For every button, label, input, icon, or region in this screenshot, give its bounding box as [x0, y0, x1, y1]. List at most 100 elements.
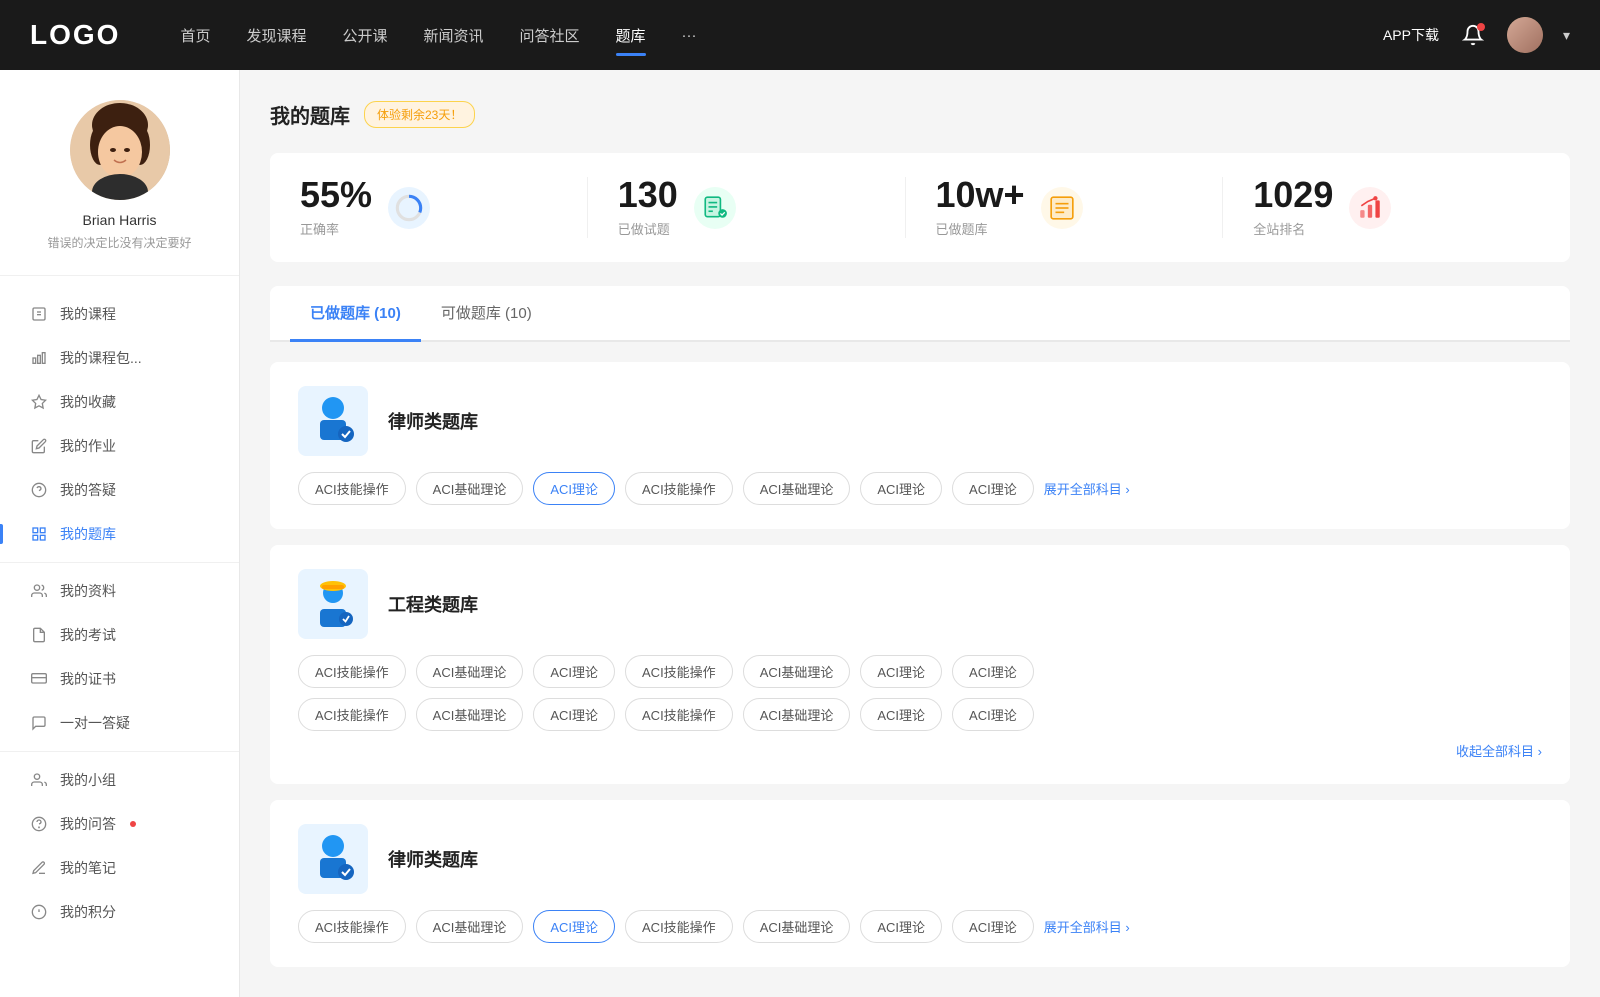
- bank-3-tag-0[interactable]: ACI技能操作: [298, 910, 406, 943]
- done-banks-value: 10w+: [936, 177, 1025, 213]
- bank-2-tag-r2-4[interactable]: ACI基础理论: [743, 698, 851, 731]
- avatar-image: [1507, 17, 1543, 53]
- rank-icon: [1349, 187, 1391, 229]
- user-menu-arrow[interactable]: ▾: [1563, 27, 1570, 44]
- done-banks-text: 10w+ 已做题库: [936, 177, 1025, 238]
- bank-card-2: 工程类题库 ACI技能操作 ACI基础理论 ACI理论 ACI技能操作 ACI基…: [270, 545, 1570, 784]
- sidebar-label-package: 我的课程包...: [60, 348, 142, 368]
- stat-done-banks: 10w+ 已做题库: [906, 177, 1224, 238]
- sidebar-label-group: 我的小组: [60, 770, 116, 790]
- bank-3-tag-6[interactable]: ACI理论: [952, 910, 1034, 943]
- bank-3-tag-1[interactable]: ACI基础理论: [416, 910, 524, 943]
- bank-2-tags-row2: ACI技能操作 ACI基础理论 ACI理论 ACI技能操作 ACI基础理论 AC…: [298, 698, 1542, 731]
- rank-value: 1029: [1253, 177, 1333, 213]
- bank-2-collapse[interactable]: 收起全部科目 ›: [1456, 741, 1542, 760]
- logo[interactable]: LOGO: [30, 19, 120, 51]
- app-download-button[interactable]: APP下载: [1383, 25, 1439, 45]
- sidebar-item-certificate[interactable]: 我的证书: [0, 657, 239, 701]
- nav-open-course[interactable]: 公开课: [342, 21, 387, 50]
- sidebar-item-qa[interactable]: 我的答疑: [0, 468, 239, 512]
- bank-1-tag-0[interactable]: ACI技能操作: [298, 472, 406, 505]
- bank-3-tag-5[interactable]: ACI理论: [860, 910, 942, 943]
- accuracy-label: 正确率: [300, 219, 372, 238]
- bank-2-tag-r2-5[interactable]: ACI理论: [860, 698, 942, 731]
- bank-3-tag-4[interactable]: ACI基础理论: [743, 910, 851, 943]
- notification-bell[interactable]: [1459, 21, 1487, 49]
- bank-2-tag-r2-0[interactable]: ACI技能操作: [298, 698, 406, 731]
- sidebar-item-favorites[interactable]: 我的收藏: [0, 380, 239, 424]
- nav-home[interactable]: 首页: [180, 21, 210, 50]
- sidebar: Brian Harris 错误的决定比没有决定要好 我的课程 我的课程包...: [0, 70, 240, 997]
- sidebar-profile: Brian Harris 错误的决定比没有决定要好: [0, 100, 239, 276]
- nav-more[interactable]: ···: [682, 23, 697, 48]
- sidebar-item-profile[interactable]: 我的资料: [0, 569, 239, 613]
- main-nav: 首页 发现课程 公开课 新闻资讯 问答社区 题库 ···: [180, 21, 1383, 50]
- list-icon: [1049, 195, 1075, 221]
- tab-available-banks[interactable]: 可做题库 (10): [421, 286, 552, 342]
- bank-1-tag-1[interactable]: ACI基础理论: [416, 472, 524, 505]
- sidebar-item-course[interactable]: 我的课程: [0, 292, 239, 336]
- trial-badge: 体验剩余23天！: [364, 101, 475, 128]
- bank-2-tag-r1-5[interactable]: ACI理论: [860, 655, 942, 688]
- sidebar-menu: 我的课程 我的课程包... 我的收藏 我的作业: [0, 292, 239, 934]
- bank-list: 律师类题库 ACI技能操作 ACI基础理论 ACI理论 ACI技能操作 ACI基…: [270, 362, 1570, 967]
- bank-3-icon: [298, 824, 368, 894]
- sidebar-item-bank[interactable]: 我的题库: [0, 512, 239, 556]
- bank-1-tags: ACI技能操作 ACI基础理论 ACI理论 ACI技能操作 ACI基础理论 AC…: [298, 472, 1542, 505]
- bank-1-tag-6[interactable]: ACI理论: [952, 472, 1034, 505]
- sidebar-item-points[interactable]: 我的积分: [0, 890, 239, 934]
- header-right: APP下载 ▾: [1383, 17, 1570, 53]
- bank-2-tag-r2-3[interactable]: ACI技能操作: [625, 698, 733, 731]
- sidebar-item-group[interactable]: 我的小组: [0, 758, 239, 802]
- user-avatar[interactable]: [1507, 17, 1543, 53]
- sidebar-item-exam[interactable]: 我的考试: [0, 613, 239, 657]
- rank-text: 1029 全站排名: [1253, 177, 1333, 238]
- bank-2-tag-r1-0[interactable]: ACI技能操作: [298, 655, 406, 688]
- bank-2-tag-r2-6[interactable]: ACI理论: [952, 698, 1034, 731]
- bank-1-tag-2[interactable]: ACI理论: [533, 472, 615, 505]
- bank-2-title-text: 工程类题库: [388, 591, 478, 617]
- tab-done-banks[interactable]: 已做题库 (10): [290, 286, 421, 342]
- bank-2-tag-r1-2[interactable]: ACI理论: [533, 655, 615, 688]
- sidebar-item-questions[interactable]: 我的问答: [0, 802, 239, 846]
- bank-card-2-header: 工程类题库: [298, 569, 1542, 639]
- bank-2-title: 工程类题库: [388, 591, 478, 617]
- doc-check-icon: [702, 195, 728, 221]
- profile-name: Brian Harris: [20, 212, 219, 228]
- sidebar-item-package[interactable]: 我的课程包...: [0, 336, 239, 380]
- sidebar-item-notes[interactable]: 我的笔记: [0, 846, 239, 890]
- bank-1-tag-3[interactable]: ACI技能操作: [625, 472, 733, 505]
- bank-2-tag-r2-2[interactable]: ACI理论: [533, 698, 615, 731]
- bank-1-tag-5[interactable]: ACI理论: [860, 472, 942, 505]
- lawyer-svg-icon: [308, 394, 358, 449]
- chat-icon: [30, 714, 48, 732]
- bank-3-tag-2[interactable]: ACI理论: [533, 910, 615, 943]
- bank-1-tag-4[interactable]: ACI基础理论: [743, 472, 851, 505]
- nav-discover[interactable]: 发现课程: [246, 21, 306, 50]
- bank-2-tag-r1-3[interactable]: ACI技能操作: [625, 655, 733, 688]
- bank-2-icon: [298, 569, 368, 639]
- certificate-icon: [30, 670, 48, 688]
- sidebar-label-questions: 我的问答: [60, 814, 116, 834]
- bank-3-expand[interactable]: 展开全部科目 ›: [1044, 917, 1130, 936]
- grid-icon: [30, 525, 48, 543]
- sidebar-item-tutoring[interactable]: 一对一答疑: [0, 701, 239, 745]
- coin-icon: [30, 903, 48, 921]
- bank-2-tag-r1-1[interactable]: ACI基础理论: [416, 655, 524, 688]
- nav-qa[interactable]: 问答社区: [520, 21, 580, 50]
- bank-1-expand[interactable]: 展开全部科目 ›: [1044, 479, 1130, 498]
- nav-news[interactable]: 新闻资讯: [424, 21, 484, 50]
- bank-2-tag-r2-1[interactable]: ACI基础理论: [416, 698, 524, 731]
- lawyer-svg-icon-2: [308, 832, 358, 887]
- profile-avatar: [70, 100, 170, 200]
- bank-2-tag-r1-6[interactable]: ACI理论: [952, 655, 1034, 688]
- users-icon: [30, 582, 48, 600]
- done-banks-icon: [1041, 187, 1083, 229]
- sidebar-label-profile: 我的资料: [60, 581, 116, 601]
- accuracy-icon: [388, 187, 430, 229]
- engineer-svg-icon: [308, 577, 358, 632]
- bank-3-tag-3[interactable]: ACI技能操作: [625, 910, 733, 943]
- nav-bank[interactable]: 题库: [616, 21, 646, 50]
- bank-2-tag-r1-4[interactable]: ACI基础理论: [743, 655, 851, 688]
- sidebar-item-homework[interactable]: 我的作业: [0, 424, 239, 468]
